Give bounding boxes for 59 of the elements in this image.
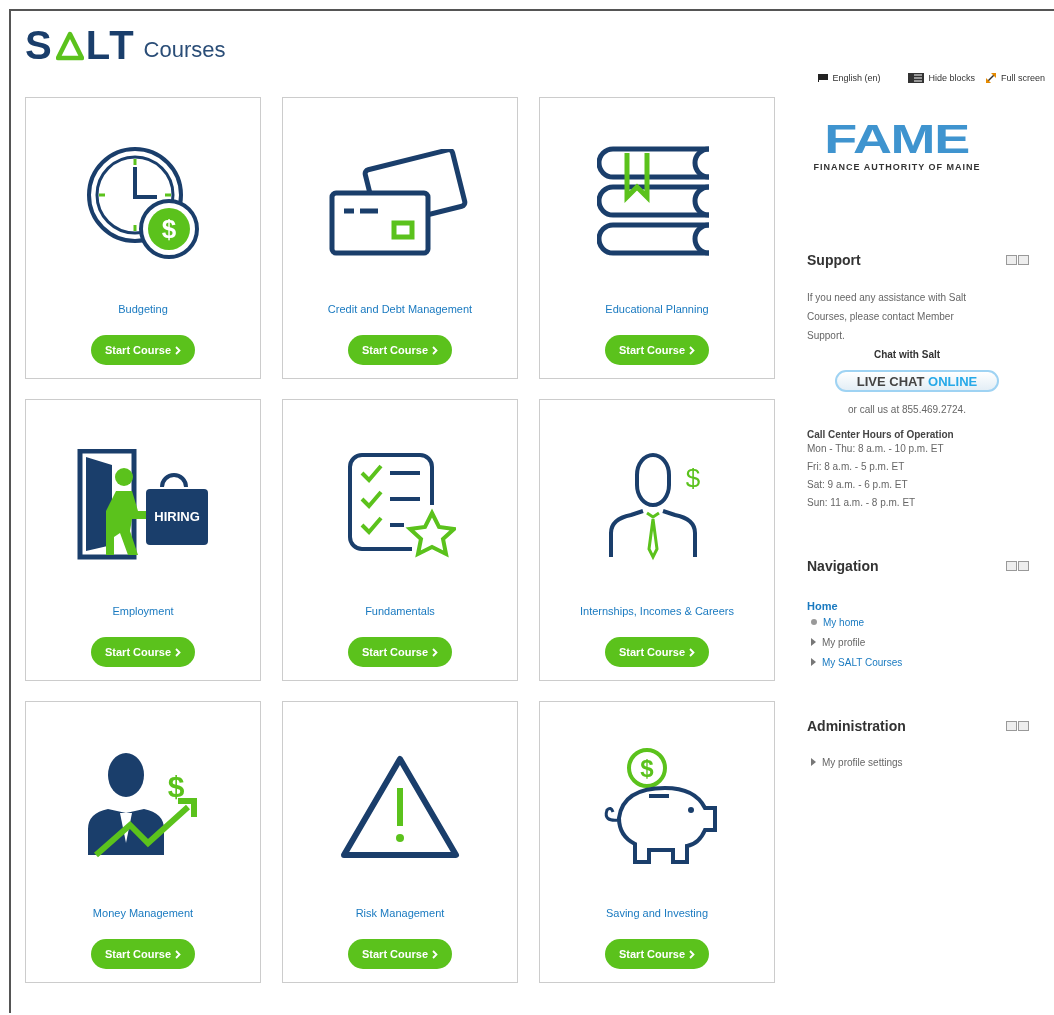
hours-text: Sat: 9 a.m. - 6 p.m. ET bbox=[807, 478, 909, 492]
course-title[interactable]: Budgeting bbox=[118, 303, 168, 315]
chevron-icon bbox=[432, 345, 438, 355]
nav-item[interactable]: My profile bbox=[822, 636, 866, 648]
hours-text: Mon - Thu: 8 a.m. - 10 p.m. ET bbox=[807, 442, 945, 456]
bullet-icon bbox=[811, 619, 817, 625]
support-text: If you need any assistance with Salt Courses, please contact Member Support. bbox=[807, 291, 967, 343]
header-link[interactable]: Full screen bbox=[1001, 73, 1045, 83]
flag-icon bbox=[818, 74, 829, 82]
partner-tagline: FINANCE AUTHORITY OF MAINE bbox=[813, 162, 981, 172]
chevron-icon bbox=[689, 647, 695, 657]
phone-text: or call us at 855.469.2724. bbox=[847, 404, 967, 415]
expand-icon bbox=[985, 72, 997, 84]
course-title[interactable]: Educational Planning bbox=[605, 303, 709, 315]
block-title: Navigation bbox=[807, 558, 879, 574]
course-title[interactable]: Saving and Investing bbox=[605, 907, 709, 919]
warning-icon bbox=[339, 753, 461, 860]
expand-arrow-icon bbox=[811, 758, 816, 766]
sign-text: HIRING bbox=[153, 508, 201, 524]
minimize-icon[interactable] bbox=[1006, 255, 1017, 265]
partner-logo: FAME bbox=[824, 119, 970, 159]
dock-icon[interactable] bbox=[1018, 561, 1029, 571]
hours-text: Sun: 11 a.m. - 8 p.m. ET bbox=[807, 496, 917, 510]
nav-link[interactable]: My home bbox=[823, 616, 865, 628]
chevron-icon bbox=[432, 647, 438, 657]
hours-text: Fri: 8 a.m. - 5 p.m. ET bbox=[807, 460, 906, 474]
logo-text: LT bbox=[85, 25, 136, 65]
chevron-icon bbox=[175, 949, 181, 959]
hours-title: Call Center Hours of Operation bbox=[807, 429, 955, 440]
course-title[interactable]: Money Management bbox=[92, 907, 194, 919]
minimize-icon[interactable] bbox=[1006, 721, 1017, 731]
expand-arrow-icon bbox=[811, 658, 816, 666]
nav-item[interactable]: My profile settings bbox=[822, 756, 903, 768]
nav-link[interactable]: My SALT Courses bbox=[822, 656, 903, 668]
minimize-icon[interactable] bbox=[1006, 561, 1017, 571]
chevron-icon bbox=[175, 345, 181, 355]
block-title: Support bbox=[807, 252, 861, 268]
chevron-icon bbox=[175, 647, 181, 657]
dock-icon[interactable] bbox=[1018, 721, 1029, 731]
chevron-icon bbox=[689, 949, 695, 959]
logo-subtitle: Courses bbox=[143, 37, 226, 63]
blocks-icon bbox=[908, 73, 925, 83]
course-title[interactable]: Credit and Debt Management bbox=[327, 303, 473, 315]
triangle-icon bbox=[55, 31, 84, 61]
chevron-icon bbox=[432, 949, 438, 959]
dock-icon[interactable] bbox=[1018, 255, 1029, 265]
block-title: Administration bbox=[807, 718, 906, 734]
course-title[interactable]: Internships, Incomes & Careers bbox=[579, 605, 735, 617]
live-chat-button[interactable]: LIVE CHAT ONLINE bbox=[835, 370, 999, 392]
header-link[interactable]: Hide blocks bbox=[928, 73, 975, 83]
header-link[interactable]: English (en) bbox=[832, 73, 881, 83]
course-title[interactable]: Fundamentals bbox=[365, 605, 435, 617]
nav-link[interactable]: Home bbox=[807, 600, 1047, 612]
logo-text: S bbox=[25, 25, 54, 65]
course-title[interactable]: Employment bbox=[112, 605, 174, 617]
chevron-icon bbox=[689, 345, 695, 355]
chat-label: Chat with Salt bbox=[872, 349, 942, 360]
expand-arrow-icon bbox=[811, 638, 816, 646]
course-title[interactable]: Risk Management bbox=[355, 907, 445, 919]
